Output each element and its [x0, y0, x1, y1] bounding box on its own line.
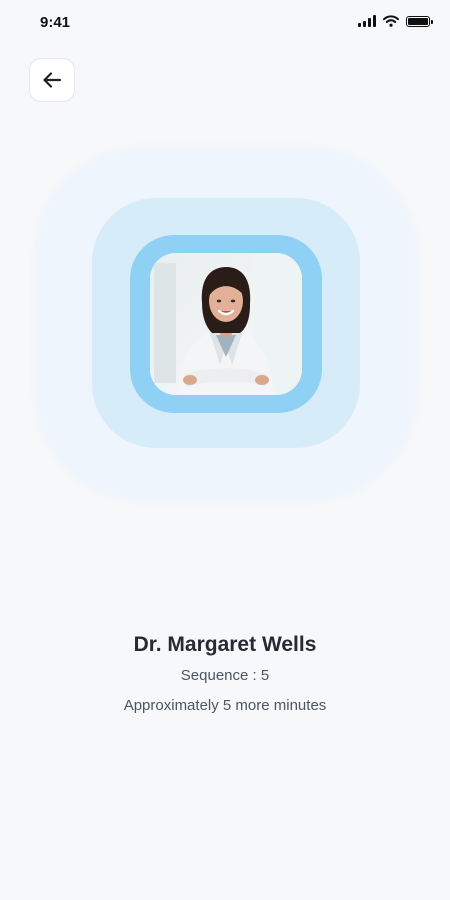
status-icons	[358, 15, 433, 27]
doctor-avatar	[150, 253, 302, 395]
estimated-wait-time: Approximately 5 more minutes	[123, 697, 327, 714]
arrow-left-icon	[43, 72, 62, 88]
signal-icon	[358, 15, 376, 27]
back-button[interactable]	[29, 58, 75, 102]
wifi-icon	[383, 15, 399, 27]
status-bar: 9:41	[0, 0, 450, 46]
status-time: 9:41	[40, 14, 71, 31]
battery-icon	[406, 15, 433, 27]
doctor-name: Dr. Margaret Wells	[133, 633, 317, 656]
queue-sequence: Sequence : 5	[180, 667, 270, 684]
